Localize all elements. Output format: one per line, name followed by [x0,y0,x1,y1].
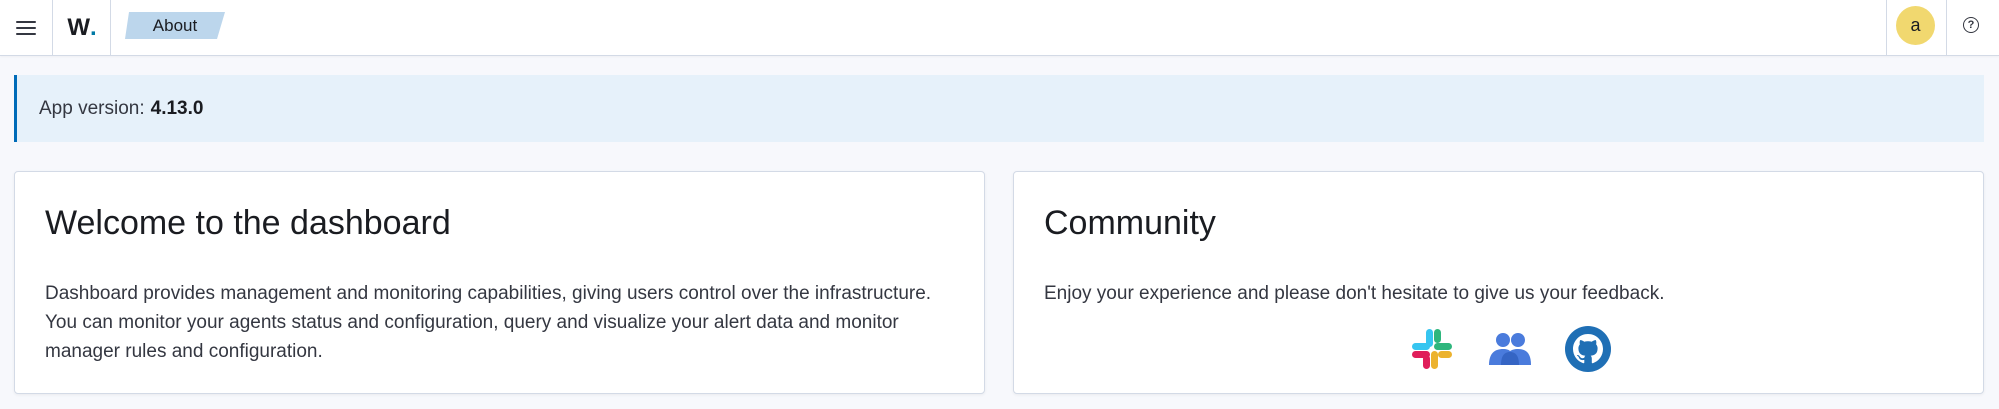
welcome-text: Dashboard provides management and monito… [45,283,932,362]
logo-letter: W [67,13,90,41]
header-divider [1886,0,1887,55]
users-group-icon[interactable] [1485,324,1535,374]
community-links [1407,324,1613,374]
welcome-panel: Welcome to the dashboard Dashboard provi… [14,171,985,394]
slack-icon[interactable] [1407,324,1457,374]
app-version-callout: App version: 4.13.0 [14,75,1984,142]
app-version-label: App version: [39,97,145,119]
community-title: Community [1044,204,1216,242]
community-panel: Community Enjoy your experience and plea… [1013,171,1984,394]
github-icon[interactable] [1563,324,1613,374]
hamburger-icon [16,20,36,36]
app-logo[interactable]: W. [54,0,111,55]
menu-button[interactable] [0,0,53,55]
header-divider [1946,0,1947,55]
help-glyph: ? [1967,19,1975,31]
user-avatar[interactable]: a [1896,6,1935,45]
top-header: W. About a ? [0,0,1999,56]
community-text: Enjoy your experience and please don't h… [1044,283,1665,304]
avatar-initial: a [1910,15,1921,35]
breadcrumb-about[interactable]: About [125,12,225,39]
logo-dot: . [89,13,97,41]
app-version-value: 4.13.0 [150,97,204,119]
help-icon[interactable]: ? [1963,17,1979,33]
breadcrumb-label: About [152,15,198,35]
welcome-title: Welcome to the dashboard [45,204,451,242]
